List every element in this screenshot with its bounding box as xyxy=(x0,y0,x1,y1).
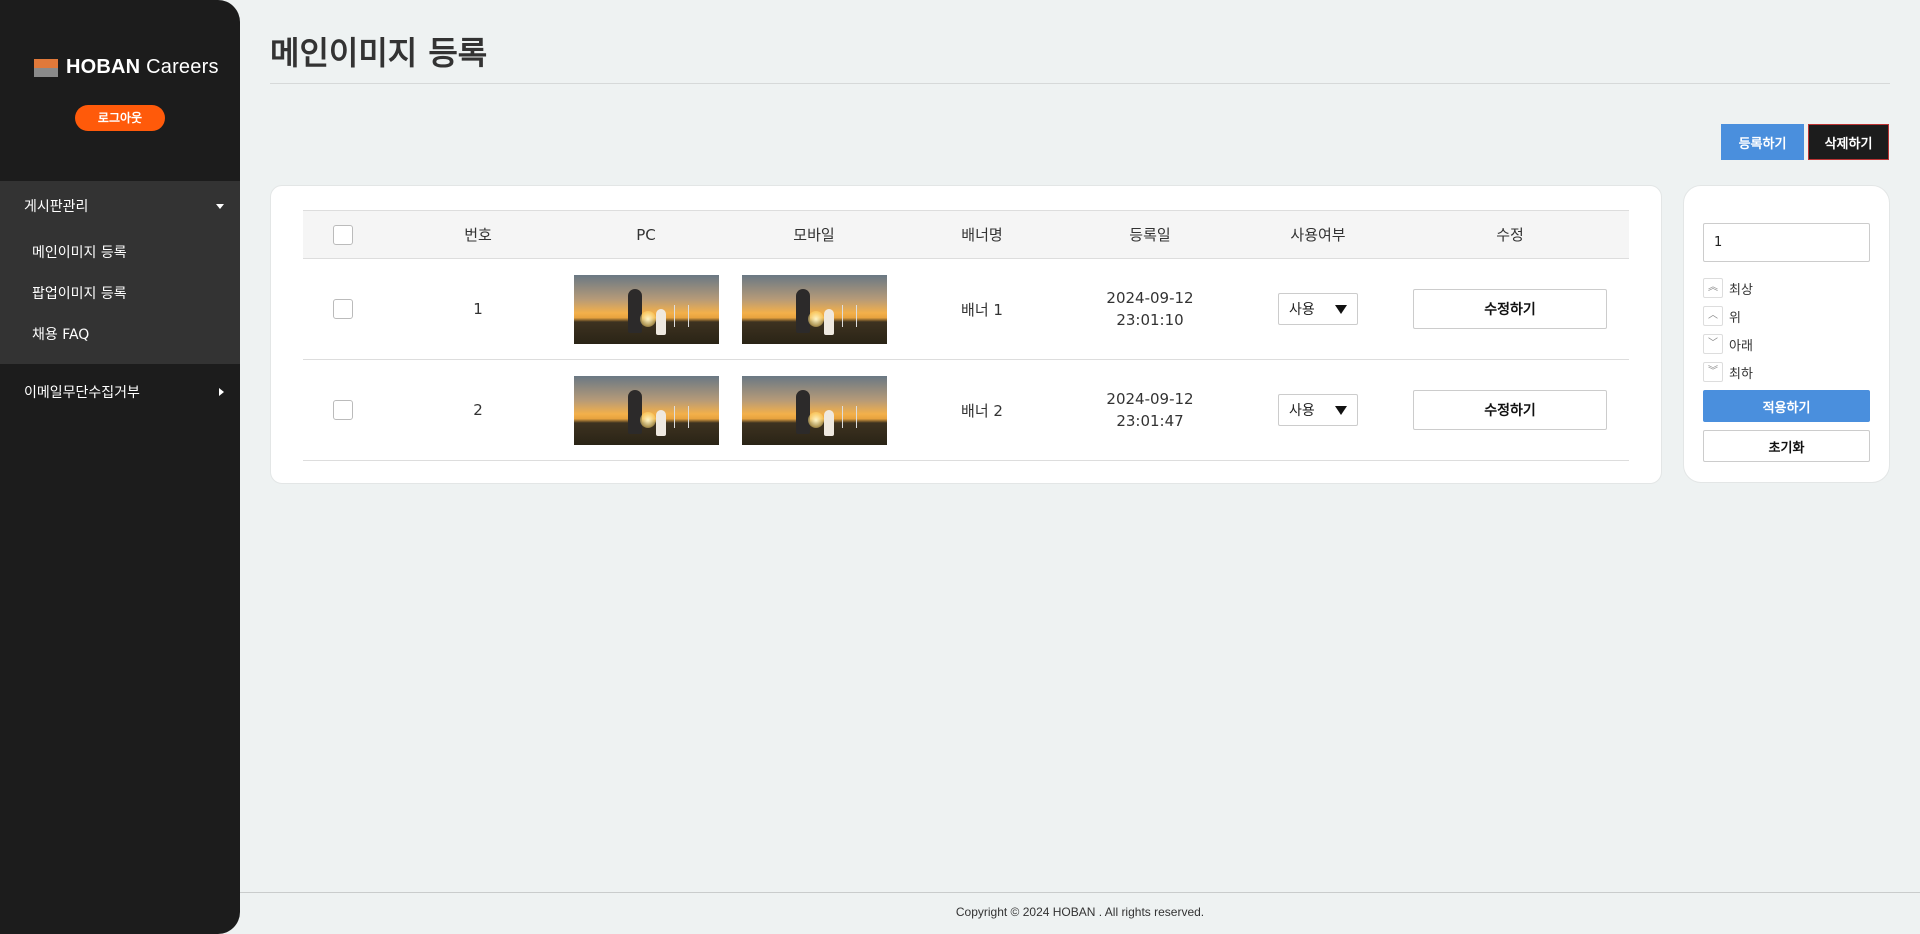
column-header: 수정 xyxy=(1391,210,1629,259)
use-select-value: 사용 xyxy=(1289,403,1315,419)
caret-down-icon xyxy=(216,203,224,209)
mobile-image-cell xyxy=(719,360,909,461)
move-label: 위 xyxy=(1729,310,1741,326)
row-checkbox[interactable] xyxy=(333,400,353,420)
move-label: 최상 xyxy=(1729,282,1753,298)
banner-name: 배너 1 xyxy=(961,300,1003,319)
column-header: 사용여부 xyxy=(1245,210,1391,259)
sidebar-item-label: 메인이미지 등록 xyxy=(32,244,127,261)
table-header-row: 번호 PC 모바일 배너명 등록일 사용여부 수정 xyxy=(303,210,1629,259)
double-chevron-up-icon: ︽ xyxy=(1703,278,1723,298)
caret-right-icon xyxy=(219,388,224,396)
select-all-checkbox[interactable] xyxy=(333,224,353,245)
nav-group-board: 게시판관리 메인이미지 등록 팝업이미지 등록 채용 FAQ xyxy=(0,181,240,364)
use-select[interactable]: 사용 xyxy=(1278,293,1358,325)
pc-banner-image xyxy=(573,375,719,445)
logo-text: HOBAN Careers xyxy=(66,56,219,78)
column-header: 등록일 xyxy=(1055,210,1245,259)
chevron-up-icon: ︿ xyxy=(1703,306,1723,326)
row-number: 2 xyxy=(473,401,483,419)
sidebar-item-popup-image[interactable]: 팝업이미지 등록 xyxy=(0,272,240,313)
header-select-all[interactable] xyxy=(303,210,383,259)
sidebar-item-label: 채용 FAQ xyxy=(32,326,90,343)
sidebar-item-label: 팝업이미지 등록 xyxy=(32,285,127,302)
use-cell: 사용 xyxy=(1245,259,1391,360)
time-text: 23:01:47 xyxy=(1116,412,1184,430)
column-header: PC xyxy=(573,210,719,259)
edit-cell: 수정하기 xyxy=(1391,259,1629,360)
move-label: 아래 xyxy=(1729,338,1753,354)
row-number: 1 xyxy=(473,300,483,318)
registered-date: 2024-09-12 23:01:47 xyxy=(1055,360,1245,461)
column-header: 번호 xyxy=(383,210,573,259)
nav-group-board-header[interactable]: 게시판관리 xyxy=(0,181,240,231)
mobile-banner-image xyxy=(741,274,887,344)
sidebar: HOBAN Careers 로그아웃 게시판관리 메인이미지 등록 팝업이미지 … xyxy=(0,0,240,934)
move-label: 최하 xyxy=(1729,366,1753,382)
double-chevron-down-icon: ︾ xyxy=(1703,362,1723,382)
move-up-option[interactable]: ︿ 위 xyxy=(1703,302,1753,330)
pc-banner-image xyxy=(573,274,719,344)
sidebar-item-faq[interactable]: 채용 FAQ xyxy=(0,313,240,354)
sidebar-item-main-image[interactable]: 메인이미지 등록 xyxy=(0,231,240,272)
banner-table: 번호 PC 모바일 배너명 등록일 사용여부 수정 1 배너 1 2024-09… xyxy=(303,210,1629,461)
mobile-banner-image xyxy=(741,375,887,445)
register-button[interactable]: 등록하기 xyxy=(1721,124,1804,160)
use-cell: 사용 xyxy=(1245,360,1391,461)
footer-divider xyxy=(240,892,1920,893)
pc-image-cell xyxy=(573,259,719,360)
footer-copyright: Copyright © 2024 HOBAN . All rights rese… xyxy=(955,905,1205,919)
mobile-image-cell xyxy=(719,259,909,360)
table-row: 2 배너 2 2024-09-12 23:01:47 사용 수정하기 xyxy=(303,360,1629,461)
triangle-down-icon xyxy=(1335,304,1347,314)
row-checkbox[interactable] xyxy=(333,299,353,319)
edit-button[interactable]: 수정하기 xyxy=(1413,289,1607,329)
order-input[interactable] xyxy=(1703,223,1870,262)
banner-name: 배너 2 xyxy=(961,401,1003,420)
move-down-option[interactable]: ﹀ 아래 xyxy=(1703,330,1753,358)
move-bottom-option[interactable]: ︾ 최하 xyxy=(1703,358,1753,386)
reset-button[interactable]: 초기화 xyxy=(1703,430,1870,462)
date-text: 2024-09-12 xyxy=(1106,390,1194,408)
edit-button[interactable]: 수정하기 xyxy=(1413,390,1607,430)
hoban-logo[interactable]: HOBAN Careers xyxy=(34,56,219,79)
table-row: 1 배너 1 2024-09-12 23:01:10 사용 수정하기 xyxy=(303,259,1629,360)
move-top-option[interactable]: ︽ 최상 xyxy=(1703,274,1753,302)
pc-image-cell xyxy=(573,360,719,461)
use-select[interactable]: 사용 xyxy=(1278,394,1358,426)
registered-date: 2024-09-12 23:01:10 xyxy=(1055,259,1245,360)
page-title: 메인이미지 등록 xyxy=(270,34,488,72)
column-header: 배너명 xyxy=(909,210,1055,259)
move-list: ︽ 최상 ︿ 위 ﹀ 아래 ︾ 최하 xyxy=(1703,274,1753,386)
banner-table-card: 번호 PC 모바일 배너명 등록일 사용여부 수정 1 배너 1 2024-09… xyxy=(270,185,1662,484)
divider xyxy=(270,83,1890,84)
delete-button[interactable]: 삭제하기 xyxy=(1808,124,1889,160)
nav-group-label: 게시판관리 xyxy=(24,199,89,215)
date-text: 2024-09-12 xyxy=(1106,289,1194,307)
edit-cell: 수정하기 xyxy=(1391,360,1629,461)
nav-group-label: 이메일무단수집거부 xyxy=(24,385,140,401)
sidebar-nav: 게시판관리 메인이미지 등록 팝업이미지 등록 채용 FAQ 이메일무단수집거부 xyxy=(0,181,240,420)
time-text: 23:01:10 xyxy=(1116,311,1184,329)
logout-button[interactable]: 로그아웃 xyxy=(75,105,165,131)
row-select-cell xyxy=(303,360,383,461)
chevron-down-icon: ﹀ xyxy=(1703,334,1723,354)
nav-group-email[interactable]: 이메일무단수집거부 xyxy=(0,364,240,420)
logo-mark-icon xyxy=(34,58,58,77)
triangle-down-icon xyxy=(1335,405,1347,415)
apply-button[interactable]: 적용하기 xyxy=(1703,390,1870,422)
column-header: 모바일 xyxy=(719,210,909,259)
row-select-cell xyxy=(303,259,383,360)
use-select-value: 사용 xyxy=(1289,302,1315,318)
order-panel: ︽ 최상 ︿ 위 ﹀ 아래 ︾ 최하 적용하기 초기화 xyxy=(1683,185,1890,483)
